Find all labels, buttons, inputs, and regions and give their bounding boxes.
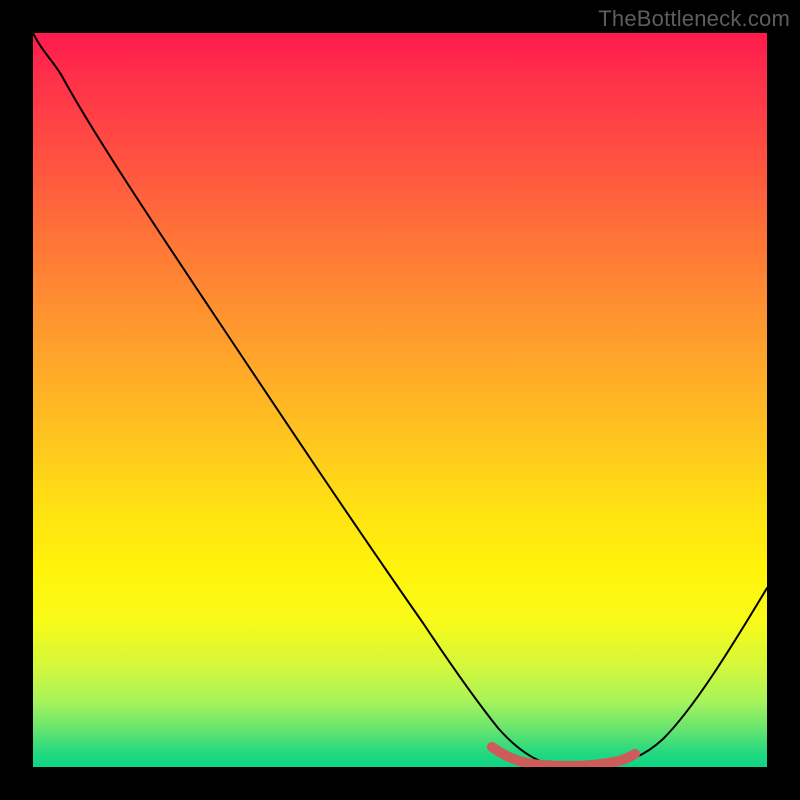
optimal-range-highlight — [492, 747, 635, 766]
watermark-text: TheBottleneck.com — [598, 6, 790, 32]
bottleneck-curve — [33, 33, 767, 766]
curve-layer — [33, 33, 767, 767]
chart-frame: TheBottleneck.com — [0, 0, 800, 800]
plot-area — [33, 33, 767, 767]
